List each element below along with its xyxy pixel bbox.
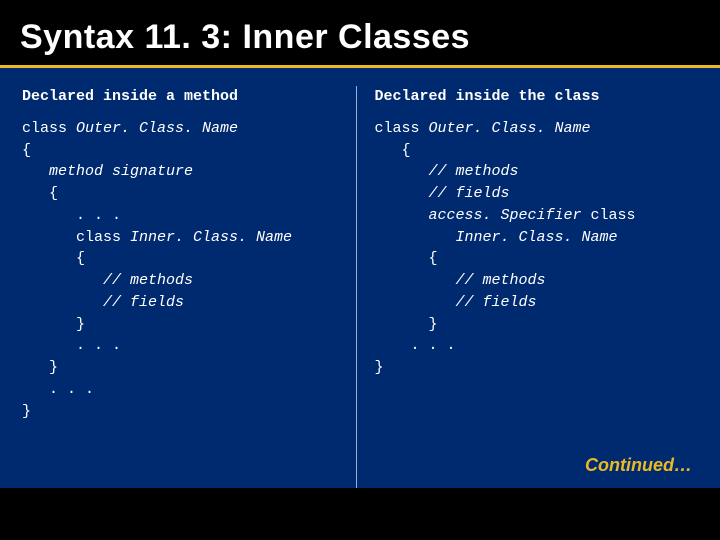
left-heading: Declared inside a method — [22, 86, 346, 108]
code-text: class — [22, 229, 130, 246]
code-text: } — [22, 316, 85, 333]
code-italic: // methods — [22, 272, 193, 289]
code-italic: // methods — [375, 272, 546, 289]
code-text: . . . — [375, 337, 456, 354]
left-column: Declared inside a method class Outer. Cl… — [22, 86, 357, 488]
code-text: } — [375, 316, 438, 333]
code-text: class — [22, 120, 76, 137]
title-area: Syntax 11. 3: Inner Classes — [0, 0, 720, 68]
code-text: { — [22, 185, 58, 202]
code-italic: Inner. Class. Name — [375, 229, 618, 246]
page-title: Syntax 11. 3: Inner Classes — [20, 18, 700, 57]
code-text: { — [22, 250, 85, 267]
code-text: { — [22, 142, 31, 159]
slide-body: Declared inside a method class Outer. Cl… — [0, 68, 720, 488]
code-italic: method signature — [22, 163, 193, 180]
slide: Syntax 11. 3: Inner Classes Declared ins… — [0, 0, 720, 540]
code-italic: Inner. Class. Name — [130, 229, 292, 246]
code-text: } — [22, 403, 31, 420]
right-heading: Declared inside the class — [375, 86, 699, 108]
code-italic: // methods — [375, 163, 519, 180]
code-italic: // fields — [375, 294, 537, 311]
code-text: . . . — [22, 337, 121, 354]
code-italic: // fields — [375, 185, 510, 202]
code-text: { — [375, 142, 411, 159]
code-text: { — [375, 250, 438, 267]
code-italic: Outer. Class. Name — [429, 120, 591, 137]
code-text: } — [375, 359, 384, 376]
code-italic: // fields — [22, 294, 184, 311]
left-code: class Outer. Class. Name { method signat… — [22, 118, 346, 423]
code-text: . . . — [22, 207, 121, 224]
code-italic: Outer. Class. Name — [76, 120, 238, 137]
code-italic: access. Specifier — [375, 207, 582, 224]
right-column: Declared inside the class class Outer. C… — [357, 86, 699, 488]
code-text: class — [582, 207, 636, 224]
right-code: class Outer. Class. Name { // methods //… — [375, 118, 699, 379]
code-text: . . . — [22, 381, 94, 398]
continued-label: Continued… — [585, 455, 692, 476]
code-text: class — [375, 120, 429, 137]
code-text: } — [22, 359, 58, 376]
